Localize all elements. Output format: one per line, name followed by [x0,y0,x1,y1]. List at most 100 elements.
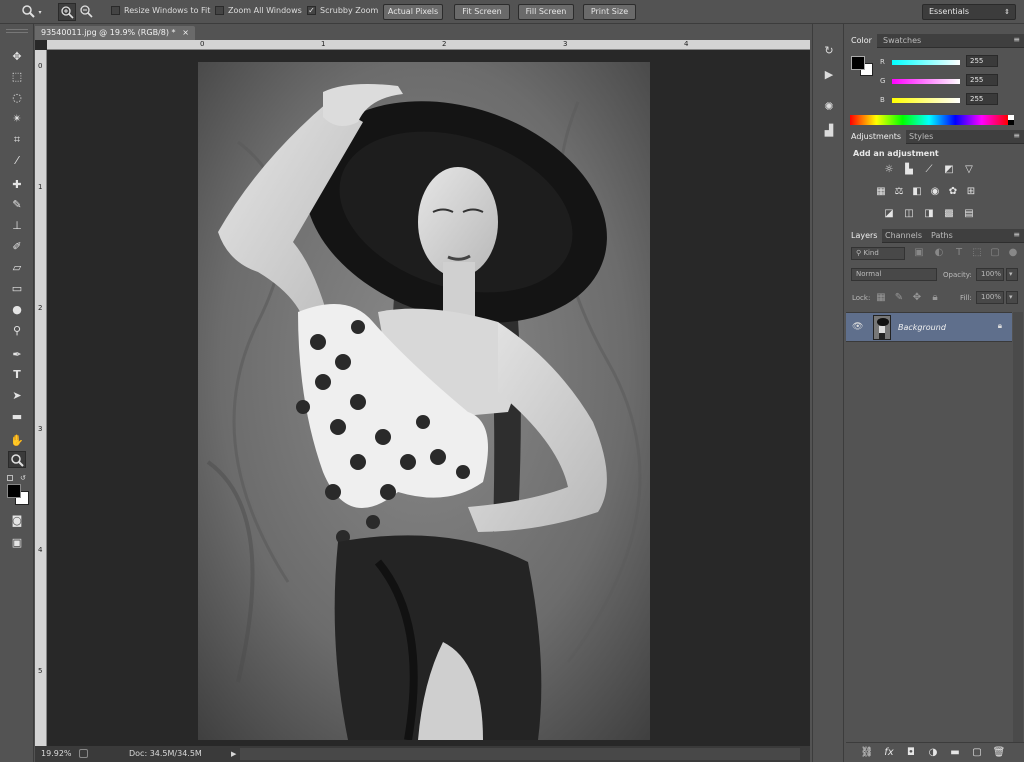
black-white-icon[interactable]: ◧ [910,186,924,198]
color-fg-swatch[interactable] [851,56,865,70]
zoom-level[interactable]: 19.92% [41,746,72,762]
actions-panel-icon[interactable]: ▶ [821,68,837,84]
posterize-icon[interactable]: ◫ [902,208,916,220]
lock-position-icon[interactable]: ✥ [910,292,924,304]
link-layers-icon[interactable]: ⛓︎ [860,747,874,759]
fill-dropdown-icon[interactable]: ▾ [1006,291,1018,304]
b-value[interactable]: 255 [966,93,998,105]
blur-tool-icon[interactable]: ● [8,301,26,318]
filter-adjustment-icon[interactable]: ◐ [932,247,946,259]
selective-color-icon[interactable]: ▩ [942,208,956,220]
opacity-dropdown-icon[interactable]: ▾ [1006,268,1018,281]
b-slider[interactable] [892,98,960,103]
screen-mode-icon[interactable]: ▣ [8,534,26,551]
zoom-tool-preset-icon[interactable] [20,4,36,20]
tab-channels[interactable]: Channels [880,229,927,243]
zoom-tool-icon[interactable] [8,451,26,468]
foreground-color-swatch[interactable] [7,484,21,498]
levels-icon[interactable]: ▙ [902,164,916,176]
filter-shape-icon[interactable]: ⬚ [970,247,984,259]
resize-windows-checkbox[interactable] [111,6,120,15]
eraser-tool-icon[interactable]: ▱ [8,259,26,276]
r-value[interactable]: 255 [966,55,998,67]
tab-styles[interactable]: Styles [904,130,938,144]
zoom-in-button[interactable] [58,3,76,21]
tab-swatches[interactable]: Swatches [878,34,926,48]
clone-stamp-tool-icon[interactable]: ⊥ [8,217,26,234]
opacity-field[interactable]: 100% [976,268,1004,281]
print-size-button[interactable]: Print Size [583,4,636,20]
crop-tool-icon[interactable]: ⌗ [8,131,26,148]
panel-menu-icon[interactable]: ≡ [1013,35,1020,44]
tab-color[interactable]: Color [846,34,877,48]
panel-menu-icon[interactable]: ≡ [1013,230,1020,239]
type-tool-icon[interactable]: T [8,366,26,383]
actual-pixels-button[interactable]: Actual Pixels [383,4,443,20]
color-lookup-icon[interactable]: ⊞ [964,186,978,198]
workspace-switcher[interactable]: Essentials ⇕ [922,4,1016,20]
fill-screen-button[interactable]: Fill Screen [518,4,574,20]
exposure-icon[interactable]: ◩ [942,164,956,176]
layer-row-background[interactable]: 👁︎ Background 🔒︎ [846,312,1012,342]
lock-pixels-icon[interactable]: ✎ [892,292,906,304]
status-menu-arrow-icon[interactable]: ▶ [231,746,236,762]
gradient-map-icon[interactable]: ▤ [962,208,976,220]
navigator-panel-icon[interactable]: ✺ [821,100,837,116]
add-layer-style-icon[interactable]: fx [882,747,896,759]
horizontal-ruler[interactable]: 0 1 2 3 4 [47,40,810,50]
lasso-tool-icon[interactable]: ◌ [8,89,26,106]
history-brush-tool-icon[interactable]: ✐ [8,238,26,255]
filter-type-icon[interactable]: T [952,247,966,259]
color-balance-icon[interactable]: ⚖ [892,186,906,198]
visibility-eye-icon[interactable]: 👁︎ [852,322,863,332]
marquee-tool-icon[interactable]: ⬚ [8,68,26,85]
blend-mode-select[interactable]: Normal [851,268,937,281]
color-spectrum[interactable] [850,115,1008,125]
vibrance-icon[interactable]: ▽ [962,164,976,176]
histogram-panel-icon[interactable]: ▟ [821,124,837,140]
new-group-icon[interactable]: ▬ [948,747,962,759]
channel-mixer-icon[interactable]: ✿ [946,186,960,198]
fill-field[interactable]: 100% [976,291,1004,304]
curves-icon[interactable]: ⟋ [922,164,936,176]
rectangle-tool-icon[interactable]: ▬ [8,408,26,425]
brush-tool-icon[interactable]: ✎ [8,196,26,213]
fit-screen-button[interactable]: Fit Screen [454,4,510,20]
hue-saturation-icon[interactable]: ▦ [874,186,888,198]
dodge-tool-icon[interactable]: ⚲ [8,322,26,339]
vertical-ruler[interactable]: 0 1 2 3 4 5 [35,50,47,746]
photo-filter-icon[interactable]: ◉ [928,186,942,198]
healing-brush-tool-icon[interactable]: ✚ [8,176,26,193]
magic-wand-tool-icon[interactable]: ✴ [8,110,26,127]
g-slider[interactable] [892,79,960,84]
filter-toggle-icon[interactable]: ● [1006,247,1020,259]
zoom-all-windows-checkbox[interactable] [215,6,224,15]
lock-transparent-icon[interactable]: ▦ [874,292,888,304]
tab-layers[interactable]: Layers [846,229,883,243]
g-value[interactable]: 255 [966,74,998,86]
path-selection-tool-icon[interactable]: ➤ [8,387,26,404]
threshold-icon[interactable]: ◨ [922,208,936,220]
status-info-icon[interactable] [79,749,88,758]
close-document-icon[interactable]: × [182,26,189,40]
layer-kind-filter[interactable]: ⚲ Kind [851,247,905,260]
r-slider[interactable] [892,60,960,65]
add-mask-icon[interactable]: ◘ [904,747,918,759]
hand-tool-icon[interactable]: ✋ [8,432,26,449]
new-layer-icon[interactable]: ▢ [970,747,984,759]
panel-menu-icon[interactable]: ≡ [1013,131,1020,140]
new-adjustment-layer-icon[interactable]: ◑ [926,747,940,759]
zoom-out-button[interactable] [78,3,96,21]
chevron-down-icon[interactable]: ▾ [37,9,43,16]
layer-name[interactable]: Background [898,323,946,332]
move-tool-icon[interactable]: ✥ [8,48,26,65]
default-colors-icon[interactable] [7,475,13,481]
filter-pixel-icon[interactable]: ▣ [912,247,926,259]
document-tab[interactable]: 93540011.jpg @ 19.9% (RGB/8) * × [35,26,195,40]
quick-mask-icon[interactable]: ◙ [8,512,26,529]
tab-paths[interactable]: Paths [926,229,958,243]
swap-colors-icon[interactable]: ↺ [20,474,26,482]
scrubby-zoom-checkbox[interactable]: ✓ [307,6,316,15]
pen-tool-icon[interactable]: ✒ [8,346,26,363]
document-image[interactable] [198,62,650,740]
